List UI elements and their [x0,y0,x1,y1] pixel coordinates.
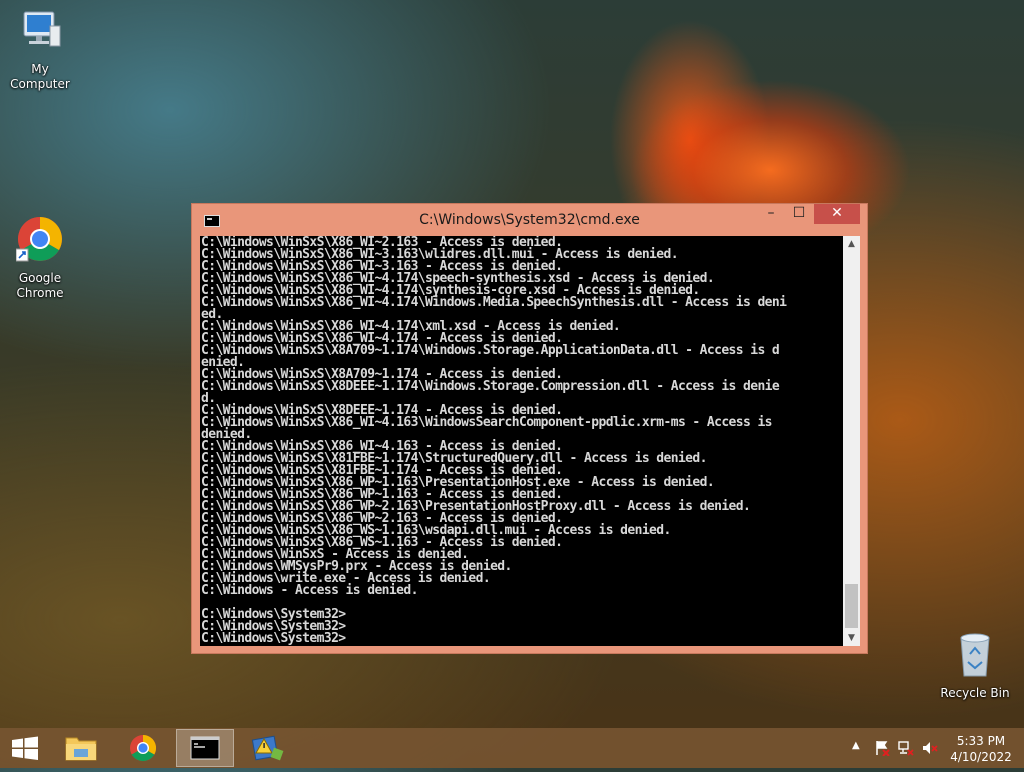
taskbar-file-explorer[interactable] [52,729,110,767]
console-line: C:\Windows\WinSxS\X8DEEE~1.174\Windows.S… [201,379,780,394]
taskbar: ▲ 5:33 PM 4/10/2022 [0,728,1024,768]
window-titlebar[interactable]: C:\Windows\System32\cmd.exe – ☐ ✕ [192,204,867,236]
close-button[interactable]: ✕ [814,204,860,224]
google-chrome-label: Google Chrome [16,271,64,300]
action-center-flag-icon[interactable] [874,740,890,756]
setup-shield-icon [251,735,284,761]
minimize-button[interactable]: – [758,204,784,224]
chrome-icon [15,217,62,262]
volume-muted-icon[interactable] [922,740,938,756]
vertical-scrollbar[interactable]: ▲ ▼ [843,236,860,646]
console-line: C:\Windows\WinSxS\X86_WI~4.174\Windows.M… [201,295,787,310]
cmd-window[interactable]: C:\Windows\System32\cmd.exe – ☐ ✕ C:\Win… [191,203,868,654]
windows-logo-icon [12,736,38,760]
folder-icon [65,737,97,761]
network-icon[interactable] [898,740,914,756]
console-text: C:\Windows\WinSxS\X86_WI~2.163 - Access … [200,236,843,645]
system-tray: ▲ [850,728,940,768]
my-computer-desktop-icon[interactable]: My Computer [0,8,80,92]
clock-date: 4/10/2022 [950,750,1012,764]
taskbar-clock[interactable]: 5:33 PM 4/10/2022 [948,733,1014,765]
console-line: C:\Windows\WinSxS\X8A709~1.174\Windows.S… [201,343,780,358]
chevron-up-icon[interactable]: ▲ [852,740,860,751]
scroll-down-arrow-icon[interactable]: ▼ [843,630,860,646]
clock-time: 5:33 PM [956,734,1006,748]
recycle-bin-label: Recycle Bin [940,686,1010,700]
console-icon [190,736,220,760]
taskbar-setup-app[interactable] [238,729,296,767]
computer-icon [23,11,61,47]
recycle-bin-desktop-icon[interactable]: Recycle Bin [935,630,1015,701]
console-line: C:\Windows - Access is denied. [201,583,418,598]
taskbar-cmd[interactable] [176,729,234,767]
recycle-bin-icon [960,633,990,677]
scroll-up-arrow-icon[interactable]: ▲ [843,236,860,252]
google-chrome-desktop-icon[interactable]: Google Chrome [0,215,80,301]
console-line: C:\Windows\WinSxS\X86_WI~4.163\WindowsSe… [201,415,773,430]
taskbar-chrome[interactable] [114,729,172,767]
console-line: C:\Windows\System32> [201,631,346,646]
maximize-button[interactable]: ☐ [786,204,812,224]
scrollbar-thumb[interactable] [845,584,858,628]
my-computer-label: My Computer [10,62,70,91]
console-output[interactable]: C:\Windows\WinSxS\X86_WI~2.163 - Access … [200,236,843,646]
start-button[interactable] [0,728,50,768]
chrome-icon [130,734,157,762]
